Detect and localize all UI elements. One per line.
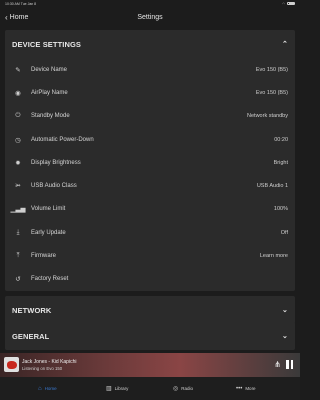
volume-bars-icon: ▁▃▅ bbox=[10, 206, 26, 214]
listening-on-label: Listening on Evo 150 bbox=[22, 366, 63, 371]
setting-value: USB Audio 1 bbox=[256, 183, 288, 190]
setting-row-factory-reset[interactable]: ↺ Factory Reset bbox=[5, 268, 295, 291]
setting-row-airplay-name[interactable]: ◉ AirPlay Name Evo 150 (B5) bbox=[5, 81, 295, 104]
general-section[interactable]: GENERAL ⌄ bbox=[5, 322, 295, 350]
more-icon: ••• bbox=[236, 385, 243, 392]
setting-label: Volume Limit bbox=[31, 206, 66, 213]
firmware-learn-more-link[interactable]: Learn more bbox=[260, 253, 288, 259]
tab-label: More bbox=[245, 386, 256, 391]
setting-row-early-update[interactable]: ⤓ Early Update Off bbox=[5, 221, 295, 244]
network-header[interactable]: NETWORK ⌄ bbox=[5, 296, 295, 324]
tab-label: Radio bbox=[181, 386, 194, 391]
status-icons: ◠ bbox=[282, 2, 295, 6]
setting-label: Factory Reset bbox=[31, 276, 69, 283]
tab-more[interactable]: ••• More bbox=[236, 377, 256, 400]
setting-value: 00:20 bbox=[274, 136, 288, 143]
section-title: NETWORK bbox=[12, 305, 52, 315]
tab-radio[interactable]: ◎ Radio bbox=[173, 377, 193, 400]
setting-row-firmware[interactable]: ⤒ Firmware Learn more bbox=[5, 244, 295, 267]
pencil-icon: ✎ bbox=[15, 66, 21, 74]
setting-value: Bright bbox=[273, 159, 288, 166]
setting-row-display-brightness[interactable]: ✹ Display Brightness Bright bbox=[5, 151, 295, 174]
library-icon: ▥ bbox=[106, 386, 112, 392]
wifi-icon: ◠ bbox=[281, 1, 285, 6]
now-playing-bar[interactable]: Jack Jones - Kid Kapichi Listening on Ev… bbox=[0, 353, 300, 377]
status-bar: 10:30 AM Tue Jan 8 ◠ bbox=[0, 0, 300, 8]
setting-value: Evo 150 (B5) bbox=[255, 89, 288, 96]
tab-label: Library bbox=[114, 386, 129, 391]
setting-row-volume-limit[interactable]: ▁▃▅ Volume Limit 100% bbox=[5, 198, 295, 221]
page-title: Settings bbox=[137, 14, 163, 21]
chevron-down-icon: ⌄ bbox=[282, 333, 288, 340]
section-title: GENERAL bbox=[12, 331, 50, 341]
battery-icon bbox=[287, 1, 295, 6]
reset-icon: ↺ bbox=[15, 276, 21, 284]
setting-label: AirPlay Name bbox=[31, 89, 68, 96]
setting-label: Early Update bbox=[31, 229, 66, 236]
setting-label: Device Name bbox=[31, 66, 68, 73]
setting-label: Standby Mode bbox=[31, 113, 70, 120]
setting-value: Network standby bbox=[247, 113, 288, 120]
tab-bar: ⌂ Home ▥ Library ◎ Radio ••• More bbox=[0, 377, 300, 400]
tab-home[interactable]: ⌂ Home bbox=[38, 377, 57, 400]
tab-library[interactable]: ▥ Library bbox=[106, 377, 128, 400]
track-title: Jack Jones - Kid Kapichi bbox=[22, 359, 77, 365]
setting-label: Automatic Power-Down bbox=[31, 136, 94, 143]
chevron-up-icon: ⌃ bbox=[282, 41, 288, 48]
setting-label: Display Brightness bbox=[31, 159, 81, 166]
brightness-icon: ✹ bbox=[15, 159, 21, 167]
airplay-icon: ◉ bbox=[15, 89, 21, 97]
general-header[interactable]: GENERAL ⌄ bbox=[5, 322, 295, 350]
section-title: DEVICE SETTINGS bbox=[12, 39, 82, 49]
upload-icon: ⤒ bbox=[16, 252, 20, 260]
device-settings-header[interactable]: DEVICE SETTINGS ⌃ bbox=[5, 30, 295, 58]
setting-value: 100% bbox=[273, 206, 288, 213]
setting-label: USB Audio Class bbox=[31, 183, 77, 190]
tab-label: Home bbox=[44, 386, 57, 391]
clock-icon: ◷ bbox=[15, 136, 21, 144]
radio-icon: ◎ bbox=[173, 386, 179, 392]
network-section[interactable]: NETWORK ⌄ bbox=[5, 296, 295, 324]
setting-row-auto-power-down[interactable]: ◷ Automatic Power-Down 00:20 bbox=[5, 128, 295, 151]
setting-row-usb-audio-class[interactable]: ⭃ USB Audio Class USB Audio 1 bbox=[5, 174, 295, 197]
setting-label: Firmware bbox=[31, 253, 56, 260]
download-icon: ⤓ bbox=[16, 228, 20, 236]
setting-value: Evo 150 (B5) bbox=[255, 66, 288, 73]
power-icon: ⏻ bbox=[15, 112, 21, 120]
chevron-down-icon: ⌄ bbox=[282, 307, 288, 314]
usb-icon: ⭃ bbox=[15, 182, 21, 190]
device-settings-section: DEVICE SETTINGS ⌃ ✎ Device Name Evo 150 … bbox=[5, 30, 295, 291]
setting-row-standby-mode[interactable]: ⏻ Standby Mode Network standby bbox=[5, 105, 295, 128]
nav-bar: ‹ Home Settings bbox=[0, 8, 300, 28]
home-icon: ⌂ bbox=[38, 385, 42, 392]
pause-button[interactable] bbox=[286, 360, 294, 369]
share-icon[interactable]: ⋔ bbox=[274, 360, 281, 369]
setting-row-device-name[interactable]: ✎ Device Name Evo 150 (B5) bbox=[5, 58, 295, 81]
status-time: 10:30 AM Tue Jan 8 bbox=[5, 2, 37, 6]
album-art bbox=[4, 357, 19, 372]
setting-value: Off bbox=[280, 229, 288, 236]
